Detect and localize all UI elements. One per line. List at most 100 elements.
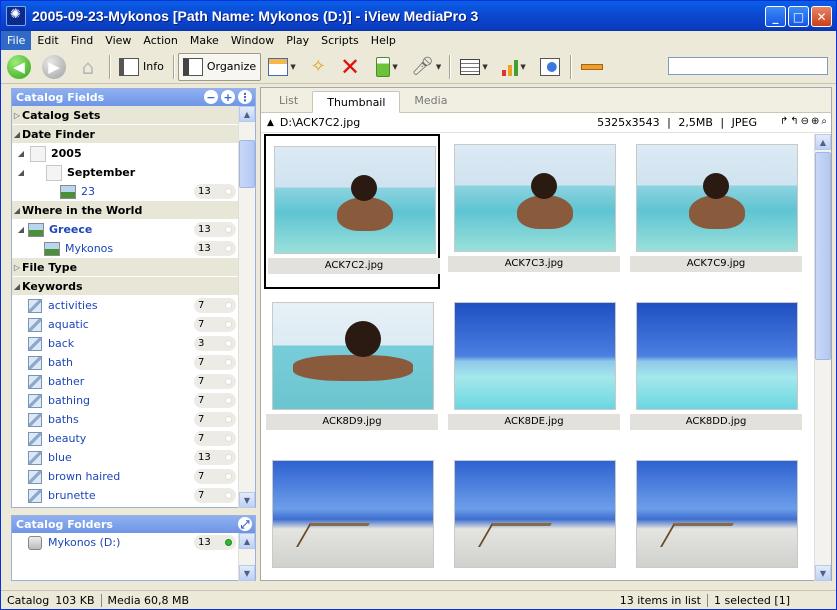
eject-icon[interactable]: ▲ xyxy=(267,118,274,128)
thumbnail-cell[interactable]: ACK8DE.jpg xyxy=(446,292,622,447)
chart-button[interactable]: ▼ xyxy=(494,53,534,81)
thumbnail-image[interactable] xyxy=(454,302,616,410)
scroll-up-button[interactable]: ▲ xyxy=(239,106,255,122)
info-button[interactable]: Info xyxy=(114,53,169,81)
options-grid-icon[interactable]: ⋮ xyxy=(238,90,252,104)
tab-thumbnail[interactable]: Thumbnail xyxy=(312,91,401,113)
collapse-triangle-icon[interactable]: ◢ xyxy=(16,225,26,234)
collapse-triangle-icon[interactable]: ◢ xyxy=(16,149,26,158)
zoom-in-icon[interactable]: ⊕ xyxy=(811,116,819,127)
thumbnail-image[interactable] xyxy=(636,302,798,410)
menu-window[interactable]: Window xyxy=(225,31,280,50)
tree-item-country[interactable]: ◢ Greece 13 xyxy=(12,220,240,239)
thumbnail-cell[interactable] xyxy=(264,450,440,581)
expand-triangle-icon[interactable]: ▷ xyxy=(12,111,22,120)
battery-button[interactable]: ▼ xyxy=(367,53,407,81)
scroll-down-button[interactable]: ▼ xyxy=(239,492,255,508)
light-table-button[interactable]: ✧ xyxy=(303,53,333,81)
ruler-button[interactable] xyxy=(575,53,609,81)
folder-item-mykonos[interactable]: Mykonos (D:) 13 xyxy=(12,533,240,552)
rotate-left-icon[interactable]: ↰ xyxy=(790,116,798,127)
catalog-folders-header[interactable]: Catalog Folders ⤢ xyxy=(12,516,255,533)
slideshow-button[interactable] xyxy=(534,53,566,81)
thumbnail-image[interactable] xyxy=(272,460,434,568)
tree-section-date-finder[interactable]: ◢ Date Finder xyxy=(12,125,240,144)
thumbnail-image[interactable] xyxy=(454,144,616,252)
tree-section-keywords[interactable]: ◢ Keywords xyxy=(12,277,240,296)
thumbnail-image[interactable] xyxy=(636,144,798,252)
scroll-up-button[interactable]: ▲ xyxy=(815,134,831,150)
keyword-item[interactable]: beauty 7 xyxy=(12,429,240,448)
thumbnail-cell[interactable]: ACK7C9.jpg xyxy=(628,134,804,289)
keyword-item[interactable]: back 3 xyxy=(12,334,240,353)
keyword-item[interactable]: bathing 7 xyxy=(12,391,240,410)
scroll-up-button[interactable]: ▲ xyxy=(239,533,255,549)
keyword-item[interactable]: brown haired 7 xyxy=(12,467,240,486)
thumbnail-image[interactable] xyxy=(636,460,798,568)
organize-button[interactable]: Organize xyxy=(177,52,262,81)
keyword-item[interactable]: activities 7 xyxy=(12,296,240,315)
minimize-button[interactable]: _ xyxy=(765,6,786,27)
home-button[interactable]: ⌂ xyxy=(71,53,105,81)
menu-edit[interactable]: Edit xyxy=(31,31,64,50)
scroll-down-button[interactable]: ▼ xyxy=(815,565,831,581)
tab-list[interactable]: List xyxy=(265,90,312,112)
calendar-button[interactable]: ▼ xyxy=(261,53,303,81)
scroll-thumb[interactable] xyxy=(815,152,831,360)
thumbnail-image[interactable] xyxy=(274,146,436,254)
keyword-item[interactable]: brunette 7 xyxy=(12,486,240,505)
keyword-item[interactable]: aquatic 7 xyxy=(12,315,240,334)
keyword-item[interactable]: baths 7 xyxy=(12,410,240,429)
menu-play[interactable]: Play xyxy=(280,31,315,50)
tree-item-city[interactable]: Mykonos 13 xyxy=(12,239,240,258)
thumbnail-cell[interactable]: ACK7C2.jpg xyxy=(264,134,440,289)
scroll-thumb[interactable] xyxy=(239,140,255,188)
tree-item-year[interactable]: ◢ 2005 xyxy=(12,144,240,163)
menu-scripts[interactable]: Scripts xyxy=(315,31,365,50)
thumbnail-cell[interactable]: ACK8D9.jpg xyxy=(264,292,440,447)
tree-item-day[interactable]: 23 13 xyxy=(12,182,240,201)
magnifier-icon[interactable]: ⌕ xyxy=(821,116,827,127)
keyword-item[interactable]: bather 7 xyxy=(12,372,240,391)
catalog-fields-scrollbar[interactable]: ▲ ▼ xyxy=(238,106,255,508)
menu-make[interactable]: Make xyxy=(184,31,225,50)
back-button[interactable]: ◀ xyxy=(1,53,37,81)
tab-media[interactable]: Media xyxy=(400,90,461,112)
thumbnail-cell[interactable]: ACK8DD.jpg xyxy=(628,292,804,447)
zoom-out-icon[interactable]: ⊖ xyxy=(801,116,809,127)
delete-button[interactable]: ✕ xyxy=(333,53,367,81)
tree-item-month[interactable]: ◢ September xyxy=(12,163,240,182)
app-icon[interactable] xyxy=(6,6,26,26)
menu-file[interactable]: File xyxy=(1,31,32,50)
keyword-item[interactable]: blue 13 xyxy=(12,448,240,467)
rotate-right-icon[interactable]: ↱ xyxy=(780,116,788,127)
tree-section-where[interactable]: ◢ Where in the World xyxy=(12,201,240,220)
menu-find[interactable]: Find xyxy=(65,31,100,50)
tree-section-file-type[interactable]: ▷ File Type xyxy=(12,258,240,277)
collapse-triangle-icon[interactable]: ◢ xyxy=(12,130,22,139)
remove-field-button[interactable]: − xyxy=(204,90,218,104)
close-button[interactable]: ✕ xyxy=(811,6,832,27)
menu-action[interactable]: Action xyxy=(137,31,183,50)
catalog-fields-header[interactable]: Catalog Fields − + ⋮ xyxy=(12,89,255,106)
scroll-down-button[interactable]: ▼ xyxy=(239,565,255,581)
thumbnail-scrollbar[interactable]: ▲ ▼ xyxy=(814,134,831,581)
maximize-button[interactable]: □ xyxy=(788,6,809,27)
thumbnail-cell[interactable] xyxy=(628,450,804,581)
add-field-button[interactable]: + xyxy=(221,90,235,104)
expand-triangle-icon[interactable]: ▷ xyxy=(12,263,22,272)
thumbnail-image[interactable] xyxy=(454,460,616,568)
title-bar[interactable]: 2005-09-23-Mykonos [Path Name: Mykonos (… xyxy=(1,1,836,31)
folder-scrollbar[interactable]: ▲ ▼ xyxy=(238,533,255,581)
collapse-triangle-icon[interactable]: ◢ xyxy=(12,282,22,291)
text-view-button[interactable]: ▼ xyxy=(454,53,494,81)
menu-view[interactable]: View xyxy=(99,31,137,50)
thumbnail-cell[interactable] xyxy=(446,450,622,581)
tree-section-catalog-sets[interactable]: ▷ Catalog Sets xyxy=(12,106,240,125)
folder-options-icon[interactable]: ⤢ xyxy=(238,517,252,531)
microphone-button[interactable]: 🎤︎ ▼ xyxy=(407,53,445,81)
thumbnail-cell[interactable]: ACK7C3.jpg xyxy=(446,134,622,289)
menu-help[interactable]: Help xyxy=(365,31,402,50)
thumbnail-image[interactable] xyxy=(272,302,434,410)
collapse-triangle-icon[interactable]: ◢ xyxy=(16,168,26,177)
